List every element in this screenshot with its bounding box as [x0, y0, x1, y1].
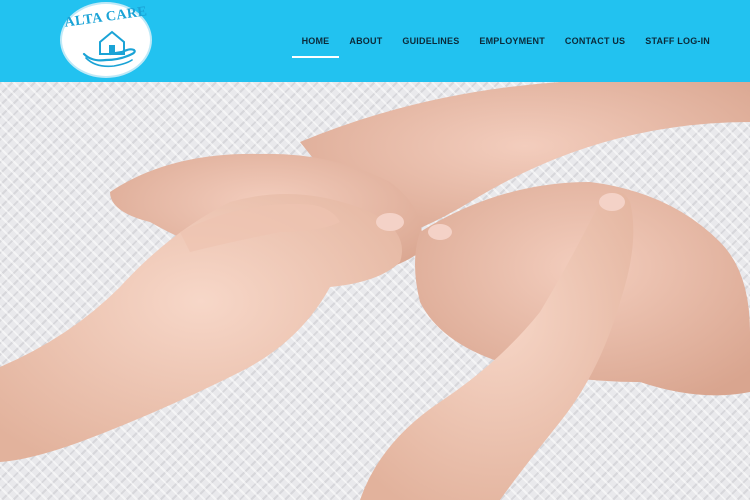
- main-nav: HOME ABOUT GUIDELINES EMPLOYMENT CONTACT…: [291, 0, 720, 82]
- fingernail: [376, 213, 404, 231]
- site-header: ALTA CARE HOME ABOUT GUIDELINES EMPLOYME…: [0, 0, 750, 82]
- nav-home[interactable]: HOME: [291, 0, 340, 82]
- nav-employment[interactable]: EMPLOYMENT: [469, 0, 555, 82]
- holding-hands-illustration: [0, 82, 750, 500]
- nav-guidelines[interactable]: GUIDELINES: [392, 0, 469, 82]
- fingernail: [599, 193, 625, 211]
- hero-image-hands: [0, 82, 750, 500]
- house-in-hand-icon: [82, 30, 136, 68]
- alta-care-logo[interactable]: ALTA CARE: [60, 2, 152, 78]
- fingernail: [428, 224, 452, 240]
- nav-about[interactable]: ABOUT: [339, 0, 392, 82]
- nav-contact-us[interactable]: CONTACT US: [555, 0, 635, 82]
- nav-staff-login[interactable]: STAFF LOG-IN: [635, 0, 720, 82]
